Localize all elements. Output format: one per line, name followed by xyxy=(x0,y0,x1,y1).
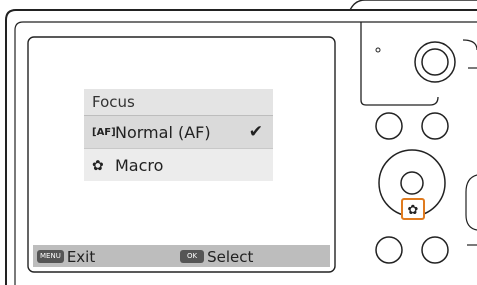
af-icon: [AF] xyxy=(92,126,116,138)
right-bottom-button[interactable] xyxy=(421,236,449,264)
right-top-button[interactable] xyxy=(421,112,449,140)
camera-lcd-screen: Focus [AF]Normal (AF) ✔ ✿ Macro MENU Exit … xyxy=(33,42,330,267)
mode-dial[interactable] xyxy=(414,41,456,83)
select-control[interactable]: OK Select xyxy=(180,245,253,267)
menu-title: Focus xyxy=(84,89,273,115)
macro-button-flower-icon: ✿ xyxy=(408,203,419,218)
menu-item-label: Normal (AF) xyxy=(115,122,211,142)
focus-menu: Focus [AF]Normal (AF) ✔ ✿ Macro xyxy=(84,89,273,181)
menu-item-normal-af[interactable]: [AF]Normal (AF) ✔ xyxy=(84,115,273,149)
left-bottom-button[interactable] xyxy=(375,236,403,264)
checkmark-icon: ✔ xyxy=(248,122,263,142)
exit-control[interactable]: MENU Exit xyxy=(37,245,95,267)
menu-item-label: Macro xyxy=(115,155,164,175)
left-top-button[interactable] xyxy=(375,112,403,140)
menu-key-icon: MENU xyxy=(37,250,64,263)
menu-item-macro[interactable]: ✿ Macro xyxy=(84,149,273,181)
bottom-bar: MENU Exit OK Select xyxy=(33,245,330,267)
macro-flower-icon: ✿ xyxy=(92,157,104,174)
exit-label: Exit xyxy=(66,247,96,266)
ok-key-icon: OK xyxy=(180,250,205,263)
select-label: Select xyxy=(207,247,254,266)
ok-center-button[interactable] xyxy=(400,171,424,195)
